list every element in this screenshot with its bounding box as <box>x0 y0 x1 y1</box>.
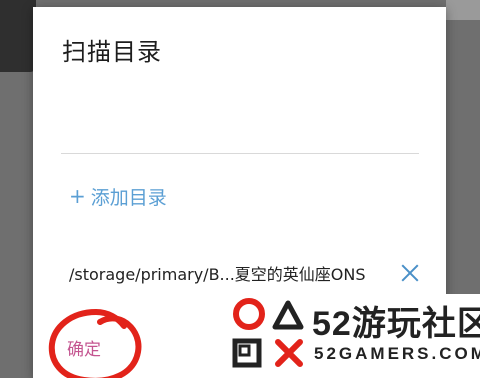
directory-path: /storage/primary/B...夏空的英仙座ONS <box>69 265 366 284</box>
add-directory-label: 添加目录 <box>90 186 167 209</box>
background-panel-right <box>446 0 480 20</box>
close-icon[interactable] <box>399 262 421 284</box>
watermark: 52游玩社区 52GAMERS.COM <box>228 294 480 378</box>
directory-list-item: /storage/primary/B...夏空的英仙座ONS <box>69 259 421 287</box>
confirm-button[interactable]: 确定 <box>67 335 101 360</box>
logo <box>232 298 304 368</box>
plus-icon: + <box>69 184 86 208</box>
add-directory-button[interactable]: + 添加目录 <box>69 182 167 210</box>
watermark-text: 52游玩社区 <box>312 305 480 343</box>
dialog-title: 扫描目录 <box>62 38 162 66</box>
watermark-url: 52GAMERS.COM <box>314 344 480 363</box>
background-panel <box>0 0 36 72</box>
divider <box>61 153 419 154</box>
